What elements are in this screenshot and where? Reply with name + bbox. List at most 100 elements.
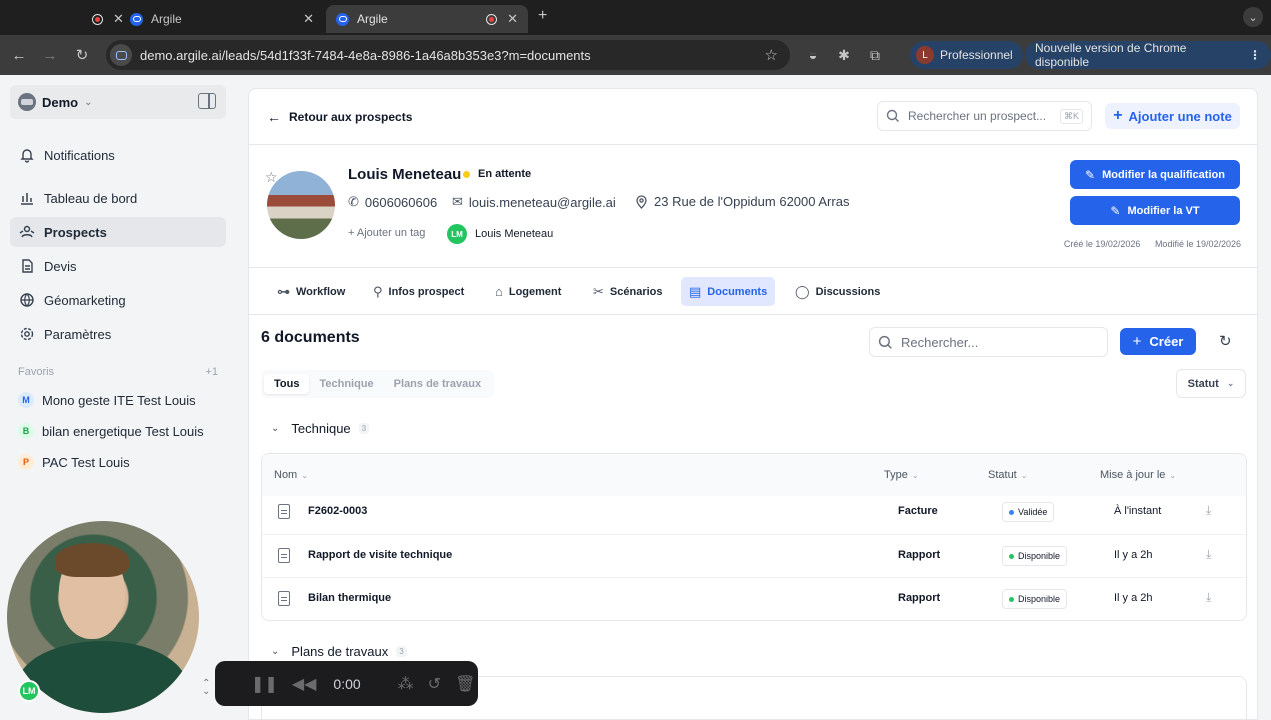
tab-documents[interactable]: ▤ Documents: [681, 277, 776, 306]
table-row[interactable]: Bilan thermique Rapport Disponible Il y …: [262, 577, 1246, 620]
toggle-sidebar-icon[interactable]: [198, 93, 216, 109]
user-avatar[interactable]: LM: [18, 680, 40, 702]
update-label: Nouvelle version de Chrome disponible: [1035, 41, 1187, 69]
webcam-person-hair: [55, 543, 129, 577]
chevron-down-icon: ⌄: [1226, 378, 1235, 388]
close-tab-icon[interactable]: ✕: [303, 11, 314, 27]
download-icon[interactable]: ⤓: [1206, 590, 1211, 605]
favorites-more[interactable]: +1: [205, 366, 218, 378]
puzzle-icon[interactable]: ⧉: [865, 45, 885, 65]
lead-phone[interactable]: ✆ 0606060606: [348, 194, 437, 210]
column-header-type[interactable]: Type ⌄: [884, 469, 919, 481]
document-icon: [278, 548, 290, 563]
sidebar-item-devis[interactable]: Devis: [10, 251, 226, 281]
lead-name: Louis Meneteau: [348, 166, 462, 183]
sidebar-item-parametres[interactable]: Paramètres: [10, 319, 226, 349]
lead-owner[interactable]: LM Louis Meneteau: [447, 224, 553, 244]
forward-icon[interactable]: →: [38, 43, 62, 67]
prospect-search-input[interactable]: Rechercher un prospect... ⌘K: [877, 101, 1092, 131]
restart-icon[interactable]: ↺: [428, 674, 441, 694]
updated-at: Il y a 2h: [1114, 592, 1153, 604]
chat-icon: ◯: [795, 283, 810, 299]
sidebar-item-tableau-de-bord[interactable]: Tableau de bord: [10, 183, 226, 213]
chevron-down-icon: ⌄: [84, 96, 93, 108]
grid-icon[interactable]: ⁂: [398, 674, 414, 694]
address-bar[interactable]: demo.argile.ai/leads/54d1f33f-7484-4e8a-…: [106, 40, 790, 70]
search-icon: [886, 109, 899, 122]
sidebar-item-label: Prospects: [44, 224, 107, 240]
pause-icon[interactable]: ❚❚: [251, 674, 278, 694]
group-header-technique[interactable]: ⌄ Technique 3: [271, 421, 370, 436]
add-tag-button[interactable]: + Ajouter un tag: [348, 227, 425, 239]
tab-scenarios[interactable]: ✂ Scénarios: [585, 277, 671, 306]
favorite-item[interactable]: P PAC Test Louis: [10, 448, 226, 476]
tab-search-icon[interactable]: ⌄: [1243, 7, 1263, 27]
sidebar-item-geomarketing[interactable]: Géomarketing: [10, 285, 226, 315]
trash-icon[interactable]: 🗑: [455, 674, 475, 694]
arrow-left-icon: ←: [267, 109, 281, 125]
favorite-item[interactable]: M Mono geste ITE Test Louis: [10, 386, 226, 414]
add-note-label: Ajouter une note: [1128, 108, 1232, 124]
bookmark-star-icon[interactable]: ☆: [765, 46, 778, 64]
back-to-prospects-link[interactable]: ← Retour aux prospects: [267, 109, 412, 125]
chart-icon: [18, 189, 36, 207]
email-value: louis.meneteau@argile.ai: [468, 194, 616, 210]
sidebar-item-notifications[interactable]: Notifications: [10, 140, 226, 170]
browser-tab-argile-1[interactable]: Argile ✕: [120, 5, 324, 33]
lead-address[interactable]: 23 Rue de l'Oppidum 62000 Arras: [635, 194, 849, 209]
table-row[interactable]: F2602-0003 Facture Validée À l'instant ⤓: [262, 491, 1246, 534]
extension-icon[interactable]: ✱: [834, 45, 854, 65]
documents-table-technique: Nom ⌄ Type ⌄ Statut ⌄ Mise à jour le ⌄ F2602…: [261, 453, 1247, 621]
add-note-button[interactable]: + Ajouter une note: [1105, 103, 1240, 129]
document-icon: ▤: [689, 283, 702, 299]
create-document-button[interactable]: + Créer: [1120, 328, 1196, 355]
recording-icon: [486, 13, 498, 25]
lead-email[interactable]: ✉ louis.meneteau@argile.ai: [452, 194, 616, 210]
close-tab-icon[interactable]: ✕: [507, 11, 518, 27]
expand-icon[interactable]: ⌃ ⌄: [202, 679, 210, 697]
column-header-statut[interactable]: Statut ⌄: [988, 469, 1027, 481]
tab-discussions[interactable]: ◯ Discussions: [787, 277, 888, 306]
workspace-switcher[interactable]: Demo ⌄: [10, 85, 226, 119]
chevron-down-icon: ⌄: [271, 646, 280, 657]
documents-search-input[interactable]: Rechercher...: [869, 327, 1108, 357]
star-icon[interactable]: ☆: [265, 169, 278, 186]
filter-plans-de-travaux[interactable]: Plans de travaux: [384, 374, 491, 394]
person-icon: ⚲: [373, 283, 383, 299]
chevron-down-icon: ⌄: [1169, 470, 1177, 480]
tab-infos-prospect[interactable]: ⚲ Infos prospect: [365, 277, 472, 306]
sidebar-item-label: Paramètres: [44, 326, 112, 342]
filter-tous[interactable]: Tous: [264, 374, 310, 394]
status-filter-dropdown[interactable]: Statut ⌄: [1176, 369, 1246, 398]
shortcut-badge: ⌘K: [1059, 108, 1083, 124]
back-icon[interactable]: ←: [7, 43, 31, 67]
profile-button[interactable]: L Professionnel: [910, 41, 1023, 69]
status-badge[interactable]: En attente: [463, 168, 531, 180]
tab-logement[interactable]: ⌂ Logement: [487, 277, 569, 306]
document-type: Rapport: [898, 549, 941, 561]
column-header-nom[interactable]: Nom ⌄: [274, 469, 308, 481]
sidebar-item-prospects[interactable]: Prospects: [10, 217, 226, 247]
browser-tab-argile-2[interactable]: Argile ✕: [326, 5, 528, 33]
column-header-mise-a-jour[interactable]: Mise à jour le ⌄: [1100, 469, 1176, 481]
site-info-icon[interactable]: [110, 44, 132, 66]
refresh-icon[interactable]: ↻: [1219, 332, 1232, 350]
reload-icon[interactable]: ↻: [70, 43, 94, 67]
download-icon[interactable]: ⤓: [1206, 503, 1211, 518]
documents-count-title: 6 documents: [261, 329, 360, 346]
edit-vt-button[interactable]: ✎ Modifier la VT: [1070, 196, 1240, 225]
more-icon[interactable]: ⋮: [1249, 48, 1261, 62]
owner-avatar: LM: [447, 224, 467, 244]
download-icon[interactable]: ⤓: [1206, 547, 1211, 562]
filter-technique[interactable]: Technique: [309, 374, 383, 394]
table-row[interactable]: Rapport de visite technique Rapport Disp…: [262, 534, 1246, 577]
edit-qualification-button[interactable]: ✎ Modifier la qualification: [1070, 160, 1240, 189]
new-tab-icon[interactable]: +: [538, 7, 547, 25]
profile-label: Professionnel: [940, 48, 1013, 62]
rewind-icon[interactable]: ◀◀: [292, 674, 317, 694]
favorite-item[interactable]: B bilan energetique Test Louis: [10, 417, 226, 445]
extension-icon[interactable]: ◒: [803, 45, 823, 65]
group-header-plans-de-travaux[interactable]: ⌄ Plans de travaux 3: [271, 644, 407, 659]
tab-workflow[interactable]: ⊶ Workflow: [269, 277, 353, 306]
chrome-update-button[interactable]: Nouvelle version de Chrome disponible ⋮: [1025, 41, 1271, 69]
